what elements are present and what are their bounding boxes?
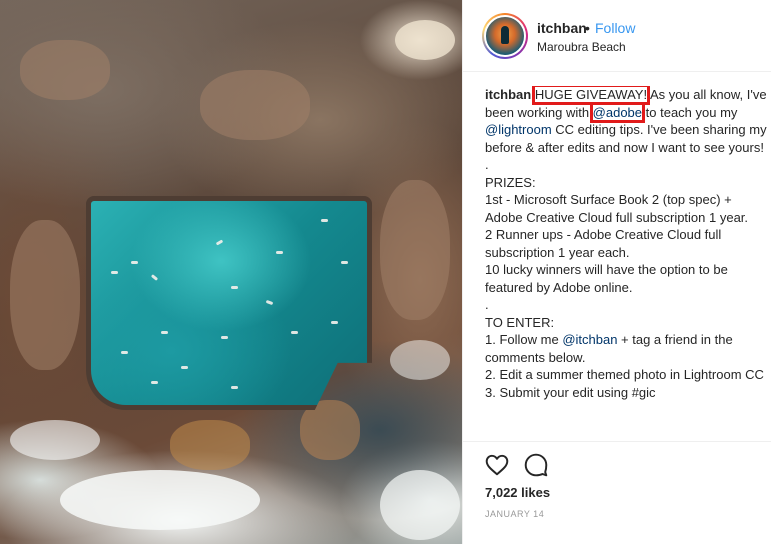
- caption-text: to teach you my: [642, 104, 742, 120]
- swimmer: [161, 331, 168, 334]
- wave-foam: [60, 470, 260, 530]
- post-photo[interactable]: [0, 0, 462, 544]
- likes-count[interactable]: 7,022 likes: [485, 485, 550, 500]
- rock-formation: [380, 180, 450, 320]
- swimmer: [131, 261, 138, 264]
- swimmer: [231, 386, 238, 389]
- swimmer: [215, 239, 224, 246]
- swimmer: [121, 351, 128, 354]
- caption-text: . PRIZES: 1st - Microsoft Surface Book 2…: [485, 157, 749, 347]
- comment-icon[interactable]: [523, 452, 549, 478]
- rock-pool: [86, 196, 372, 410]
- swimmer: [321, 219, 328, 222]
- adobe-mention-link[interactable]: @adobe: [589, 101, 646, 123]
- avatar-image: [484, 15, 526, 57]
- swimmer: [331, 321, 338, 324]
- avatar[interactable]: [482, 13, 528, 59]
- username-link[interactable]: itchban: [537, 20, 587, 36]
- rock-formation: [20, 40, 110, 100]
- wave-foam: [10, 420, 100, 460]
- post-header: itchban • Follow Maroubra Beach: [463, 0, 771, 72]
- post-actions: 7,022 likes JANUARY 14: [463, 441, 771, 544]
- swimmer: [276, 251, 283, 254]
- swimmer: [341, 261, 348, 264]
- itchban-mention-link[interactable]: @itchban: [562, 332, 617, 347]
- swimmer: [150, 274, 159, 281]
- rock-formation: [170, 420, 250, 470]
- swimmer: [151, 381, 158, 384]
- post-caption: itchban HUGE GIVEAWAY! As you all know, …: [485, 86, 767, 440]
- swimmer: [291, 331, 298, 334]
- wave-foam: [380, 470, 460, 540]
- heart-icon[interactable]: [484, 452, 510, 478]
- swimmer: [265, 299, 274, 306]
- giveaway-highlight: HUGE GIVEAWAY!: [531, 86, 651, 105]
- swimmer: [221, 336, 228, 339]
- post-sidebar: itchban • Follow Maroubra Beach itchban …: [462, 0, 771, 544]
- wave-foam: [390, 340, 450, 380]
- rock-formation: [200, 70, 310, 140]
- sand-patch: [395, 20, 455, 60]
- swimmer: [111, 271, 118, 274]
- swimmer: [181, 366, 188, 369]
- follow-button[interactable]: Follow: [595, 20, 635, 36]
- lightroom-mention-link[interactable]: @lightroom: [485, 122, 552, 137]
- post-date: JANUARY 14: [485, 509, 545, 519]
- caption-username-link[interactable]: itchban: [485, 87, 531, 102]
- separator-dot: •: [585, 20, 590, 36]
- location-link[interactable]: Maroubra Beach: [537, 40, 626, 54]
- swimmer: [231, 286, 238, 289]
- rock-formation: [10, 220, 80, 370]
